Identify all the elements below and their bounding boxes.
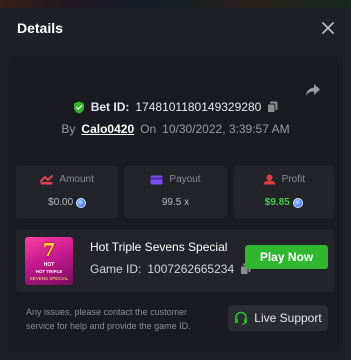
share-icon [306,84,320,96]
live-support-label: Live Support [254,311,322,325]
stat-profit: Profit $9.85 [232,166,335,218]
bet-id-row: Bet ID: 1748101180149329280 [8,98,343,116]
copy-icon [267,101,278,113]
username-link[interactable]: Calo0420 [81,122,134,136]
thumb-seven: 7 [42,240,56,261]
coin-icon [292,197,303,208]
bet-details-card: Bet ID: 1748101180149329280 By Calo0420 … [8,56,343,352]
game-id-label: Game ID: [90,262,142,276]
bet-id-value: 1748101180149329280 [135,100,262,114]
stat-payout-value: 99.5 x [161,197,190,208]
thumb-line1: HOT TRIPLE [35,269,63,274]
stat-profit-value-row: $9.85 [233,197,335,208]
play-now-button[interactable]: Play Now [245,245,328,269]
game-name: Hot Triple Sevens Special [90,240,228,254]
bet-datetime: 10/30/2022, 3:39:57 AM [162,122,290,136]
on-label: On [140,122,157,136]
modal-title: Details [17,20,63,36]
stat-amount-header: Amount [16,174,118,185]
thumb-hot: HOT [43,262,55,268]
game-card: 7 HOT HOT TRIPLE SEVENS SPECIAL Hot Trip… [16,230,335,292]
amount-icon [40,175,54,185]
stat-payout: Payout 99.5 x [124,166,227,218]
bet-stats: Amount $0.00 Payout 99.5 x Profit $9.85 [16,166,335,218]
bet-meta-row: By Calo0420 On 10/30/2022, 3:39:57 AM [8,120,343,138]
game-id-row: Game ID: 1007262665234 [90,262,251,276]
thumb-line2: SEVENS SPECIAL [29,276,69,281]
stat-amount-value: $0.00 [48,197,74,208]
game-id-value: 1007262665234 [147,262,235,276]
stat-payout-label: Payout [169,174,201,185]
game-thumbnail[interactable]: 7 HOT HOT TRIPLE SEVENS SPECIAL [25,237,73,285]
headset-icon [235,311,248,325]
by-label: By [61,122,76,136]
stat-payout-header: Payout [124,174,226,185]
shield-check-icon [73,101,84,113]
coin-icon [76,197,87,208]
details-modal: Details Bet ID: 1748101180149329280 By C… [0,8,351,360]
payout-icon [150,175,163,184]
stat-amount-value-row: $0.00 [16,197,118,208]
stat-payout-value-row: 99.5 x [124,197,226,208]
profit-icon [263,174,276,185]
modal-header: Details [0,8,351,50]
share-button[interactable] [302,80,324,100]
copy-bet-id-button[interactable] [267,101,278,113]
live-support-button[interactable]: Live Support [228,305,328,331]
stat-profit-value: $9.85 [264,197,290,208]
close-icon [322,22,334,34]
support-help-text: Any issues, please contact the customer … [26,307,191,331]
close-button[interactable] [318,18,338,38]
stat-profit-label: Profit [281,174,305,185]
stat-profit-header: Profit [233,174,335,185]
stat-amount-label: Amount [59,174,94,185]
stat-amount: Amount $0.00 [16,166,119,218]
bet-id-label: Bet ID: [90,100,130,114]
